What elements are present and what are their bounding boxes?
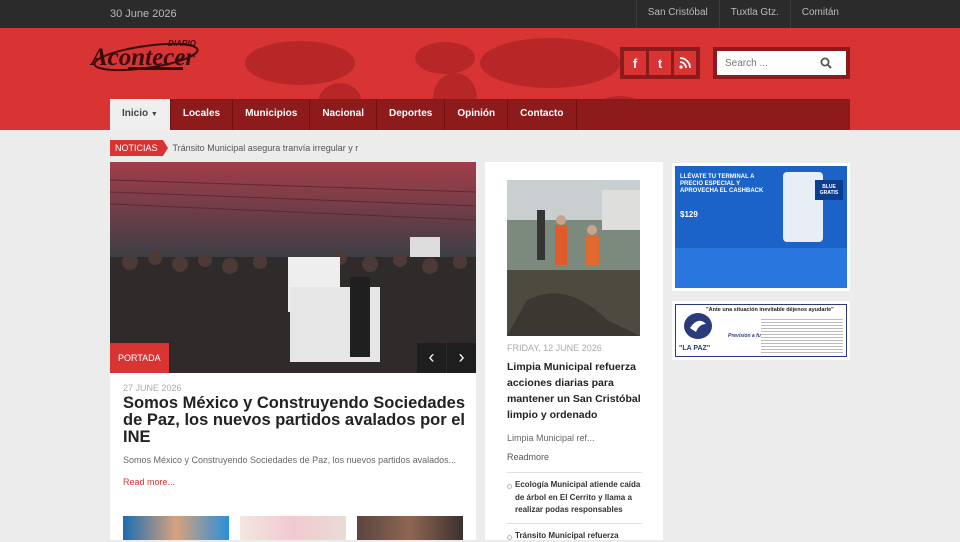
ad-price: $129	[680, 210, 698, 219]
ad-quote: "Ante una situación inevitable déjenos a…	[706, 307, 834, 313]
nav-item-deportes[interactable]: Deportes	[377, 99, 445, 130]
city-link-tuxtla[interactable]: Tuxtla Gtz.	[719, 0, 790, 28]
headline-list: Ecología Municipal atiende caída de árbo…	[507, 472, 642, 542]
city-links: San Cristóbal Tuxtla Gtz. Comitán	[636, 0, 850, 28]
category-badge[interactable]: PORTADA	[110, 343, 169, 373]
ad-banner: LLÉVATE TU TERMINAL A PRECIO ESPECIAL Y …	[675, 166, 847, 288]
search-input[interactable]	[725, 58, 820, 69]
top-bar: 30 June 2026 San Cristóbal Tuxtla Gtz. C…	[0, 0, 960, 28]
advertisement-funeral-home[interactable]: "Ante una situación inevitable déjenos a…	[672, 301, 850, 360]
news-ticker: NOTICIAS Tránsito Municipal asegura tran…	[110, 140, 358, 156]
ad-headline: LLÉVATE TU TERMINAL A PRECIO ESPECIAL Y …	[680, 174, 770, 195]
city-link-comitan[interactable]: Comitán	[790, 0, 850, 28]
secondary-read-more-link[interactable]: Readmore	[507, 452, 549, 462]
featured-title[interactable]: Somos México y Construyendo Sociedades d…	[123, 395, 468, 446]
facebook-icon[interactable]: f	[624, 51, 646, 75]
ad-business-name: "LA PAZ"	[679, 345, 710, 352]
related-thumbnails	[123, 516, 463, 540]
secondary-date: FRIDAY, 12 JUNE 2026	[507, 343, 602, 353]
city-link-san-cristobal[interactable]: San Cristóbal	[636, 0, 719, 28]
featured-date: 27 JUNE 2026	[123, 383, 182, 393]
ticker-headline[interactable]: Tránsito Municipal asegura tranvía irreg…	[173, 143, 359, 153]
list-item[interactable]: Tránsito Municipal refuerza	[507, 523, 642, 542]
advertisement-terminal[interactable]: LLÉVATE TU TERMINAL A PRECIO ESPECIAL Y …	[672, 163, 850, 291]
chevron-left-icon[interactable]: ‹	[417, 343, 446, 373]
thumbnail-image[interactable]	[240, 516, 346, 540]
list-item[interactable]: Ecología Municipal atiende caída de árbo…	[507, 472, 642, 517]
thumbnail-image[interactable]	[357, 516, 463, 540]
chevron-right-icon[interactable]: ›	[447, 343, 476, 373]
svg-text:DIARIO: DIARIO	[168, 39, 197, 48]
nav-item-nacional[interactable]: Nacional	[310, 99, 377, 130]
main-navigation: Inicio ▼ Locales Municipios Nacional Dep…	[110, 99, 850, 130]
secondary-article: FRIDAY, 12 JUNE 2026 Limpia Municipal re…	[485, 162, 663, 540]
nav-item-inicio[interactable]: Inicio ▼	[110, 99, 171, 130]
ticker-label: NOTICIAS	[110, 140, 163, 156]
nav-item-municipios[interactable]: Municipios	[233, 99, 310, 130]
featured-photo[interactable]: PORTADA ‹ ›	[110, 162, 476, 373]
search-icon[interactable]	[820, 57, 832, 69]
twitter-icon[interactable]: t	[649, 51, 671, 75]
chevron-down-icon: ▼	[151, 111, 158, 118]
nav-item-contacto[interactable]: Contacto	[508, 99, 576, 130]
nav-item-locales[interactable]: Locales	[171, 99, 233, 130]
featured-article: PORTADA ‹ › 27 JUNE 2026 Somos México y …	[110, 162, 476, 540]
current-date: 30 June 2026	[110, 8, 177, 20]
ad-banner: "Ante una situación inevitable déjenos a…	[675, 304, 847, 357]
nav-item-opinion[interactable]: Opinión	[445, 99, 508, 130]
acontecer-logo: Acontecer DIARIO	[88, 34, 203, 94]
dove-logo-icon	[682, 310, 714, 342]
svg-text:Acontecer: Acontecer	[89, 44, 195, 71]
site-logo[interactable]: Acontecer DIARIO	[88, 34, 203, 94]
slider-controls: ‹ ›	[416, 343, 476, 373]
search-box	[713, 47, 850, 79]
secondary-excerpt: Limpia Municipal ref...	[507, 433, 595, 443]
featured-read-more-link[interactable]: Read more...	[123, 477, 175, 487]
ad-badge: BLUE GRATIS	[815, 180, 843, 200]
rss-icon[interactable]	[674, 51, 696, 75]
secondary-photo[interactable]	[507, 180, 640, 336]
secondary-title[interactable]: Limpia Municipal refuerza acciones diari…	[507, 359, 647, 423]
featured-excerpt: Somos México y Construyendo Sociedades d…	[123, 455, 456, 465]
social-links: f t	[620, 47, 700, 79]
thumbnail-image[interactable]	[123, 516, 229, 540]
